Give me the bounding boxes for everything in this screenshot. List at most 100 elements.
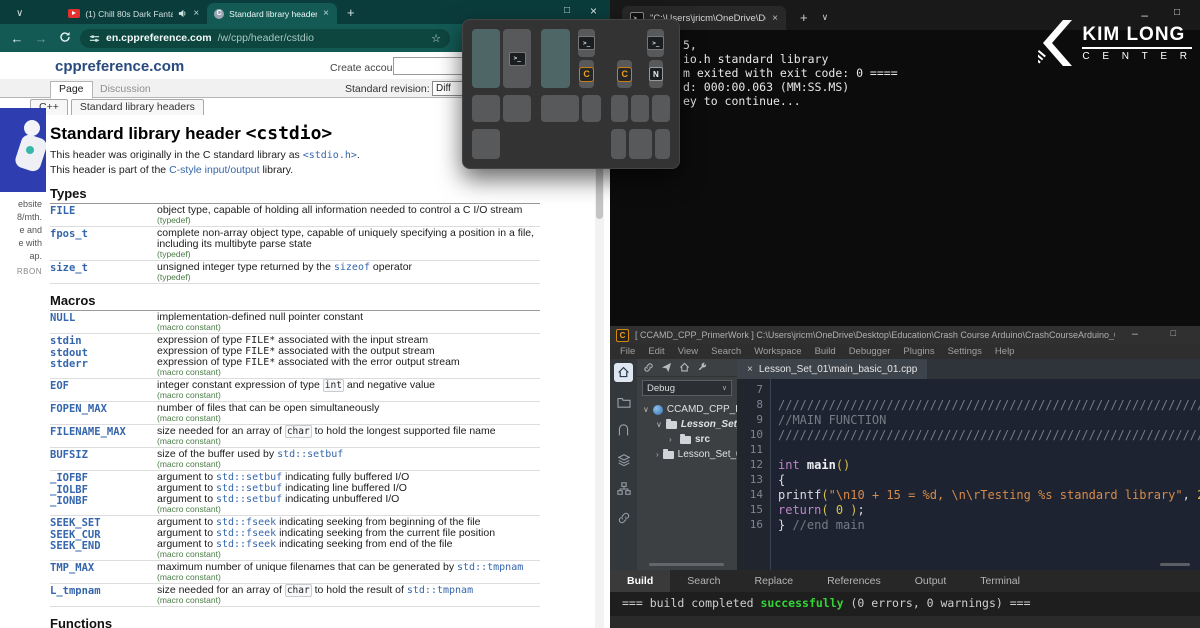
snap-zone[interactable] — [631, 95, 649, 122]
menu-plugins[interactable]: Plugins — [903, 346, 934, 357]
panel-tab-build[interactable]: Build — [610, 570, 670, 592]
menu-help[interactable]: Help — [995, 346, 1015, 357]
panel-tab-search[interactable]: Search — [670, 570, 737, 592]
menu-view[interactable]: View — [678, 346, 698, 357]
close-tab-button[interactable]: × — [322, 8, 330, 19]
snap-zone[interactable]: >_ C — [573, 29, 601, 88]
terminal-tab-dropdown[interactable]: ∨ — [822, 12, 829, 23]
new-tab-button[interactable]: + — [347, 5, 355, 20]
snap-zone[interactable]: >_ — [578, 29, 595, 57]
breadcrumb-headers[interactable]: Standard library headers — [71, 99, 204, 115]
terminal-maximize-button[interactable]: □ — [1174, 7, 1180, 18]
snap-zone[interactable] — [652, 95, 670, 122]
tree-item-src[interactable]: ›src — [637, 432, 737, 447]
tree-item-ccamd_cpp_prin[interactable]: ∨CCAMD_CPP_Prin — [637, 402, 737, 417]
ide-maximize-button[interactable]: □ — [1171, 328, 1176, 338]
create-account-link[interactable]: Create account — [330, 62, 401, 74]
tab-page[interactable]: Page — [50, 81, 93, 99]
snap-zone[interactable] — [629, 129, 652, 159]
snap-zone[interactable] — [541, 95, 579, 122]
back-button[interactable]: ← — [8, 31, 26, 46]
symbol-link[interactable]: FILENAME_MAX — [50, 425, 157, 447]
snap-zone[interactable]: C — [611, 29, 639, 88]
menu-edit[interactable]: Edit — [648, 346, 664, 357]
layers-view-icon[interactable] — [614, 450, 633, 469]
snap-zone[interactable]: N — [649, 60, 663, 88]
snap-zone[interactable] — [655, 129, 670, 159]
link-view-icon[interactable] — [614, 508, 633, 527]
close-tab-button[interactable]: × — [192, 8, 200, 19]
folder-view-icon[interactable] — [614, 392, 633, 411]
tree-item-lesson_set_01[interactable]: ∨Lesson_Set_01 — [637, 417, 737, 432]
forward-button[interactable]: → — [32, 31, 50, 46]
sidebar-ad[interactable]: ebsite 8/mth. e and e with ap. RBON — [0, 108, 46, 276]
menu-build[interactable]: Build — [815, 346, 836, 357]
tree-item-lesson_set_02[interactable]: ›Lesson_Set_02 — [637, 447, 737, 462]
address-bar[interactable]: en.cppreference.com /w/cpp/header/cstdio… — [80, 29, 450, 48]
bookmark-star-icon[interactable]: ☆ — [431, 32, 441, 45]
code-area[interactable]: 78//////////////////////////////////////… — [737, 379, 1200, 533]
symbol-link[interactable]: BUFSIZ — [50, 448, 157, 470]
menu-debugger[interactable]: Debugger — [849, 346, 891, 357]
new-terminal-tab-button[interactable]: + — [800, 10, 808, 25]
home-view-icon[interactable] — [614, 363, 633, 382]
symbol-link[interactable]: TMP_MAX — [50, 561, 157, 583]
snap-layout-option[interactable] — [611, 129, 670, 159]
build-config-select[interactable]: Debug ∨ — [642, 380, 732, 396]
browser-tab-cppreference[interactable]: C Standard library header <cstdio × — [207, 3, 337, 24]
snap-layout-option[interactable]: C >_ N — [611, 29, 670, 88]
panel-tab-output[interactable]: Output — [898, 570, 964, 592]
link-editor-icon[interactable] — [643, 362, 654, 373]
symbol-link[interactable]: L_tmpnam — [50, 584, 157, 606]
panel-tab-references[interactable]: References — [810, 570, 898, 592]
menu-settings[interactable]: Settings — [948, 346, 982, 357]
browser-close-button[interactable]: × — [590, 4, 597, 18]
snap-zone[interactable]: >_ — [647, 29, 664, 57]
editor-hscrollbar[interactable] — [1160, 563, 1190, 566]
reload-button[interactable] — [56, 31, 74, 46]
snap-layout-option[interactable]: >_ — [472, 29, 531, 88]
editor-tab[interactable]: × Lesson_Set_01\main_basic_01.cpp — [737, 359, 927, 379]
tab-search-button[interactable]: ∨ — [16, 8, 23, 19]
columns-view-icon[interactable] — [614, 421, 633, 440]
symbol-link[interactable]: size_t — [50, 261, 157, 283]
snap-layout-option[interactable] — [472, 129, 531, 159]
snap-zone[interactable]: >_ — [503, 29, 531, 88]
symbol-link[interactable]: EOF — [50, 379, 157, 401]
tree-chevron-icon[interactable]: ∨ — [656, 420, 662, 429]
snap-zone[interactable] — [573, 129, 601, 159]
menu-file[interactable]: File — [620, 346, 635, 357]
snap-zone[interactable] — [582, 95, 601, 122]
menu-workspace[interactable]: Workspace — [754, 346, 801, 357]
snap-zone[interactable]: C — [579, 60, 594, 88]
audio-playing-icon[interactable] — [178, 9, 187, 18]
panel-tab-terminal[interactable]: Terminal — [963, 570, 1037, 592]
snap-layout-option[interactable] — [611, 95, 670, 122]
close-tab-button[interactable]: × — [772, 13, 778, 24]
menu-search[interactable]: Search — [711, 346, 741, 357]
symbol-link[interactable]: FILE — [50, 204, 157, 226]
panel-tab-replace[interactable]: Replace — [738, 570, 811, 592]
snap-zone[interactable] — [472, 129, 500, 159]
tab-discussion[interactable]: Discussion — [100, 83, 151, 95]
snap-zone[interactable] — [541, 29, 569, 88]
snap-zone[interactable] — [472, 29, 500, 88]
tree-chevron-icon[interactable]: › — [656, 450, 659, 459]
browser-tab-youtube[interactable]: (1) Chill 80s Dark Fanta × — [61, 3, 207, 24]
symbol-link[interactable]: NULL — [50, 311, 157, 333]
snap-zone[interactable] — [611, 129, 626, 159]
symbol-link[interactable]: _IOFBF _IOLBF _IONBF — [50, 471, 157, 515]
snap-zone[interactable]: >_ N — [642, 29, 670, 88]
ide-minimize-button[interactable]: – — [1132, 328, 1138, 340]
symbol-link[interactable]: fpos_t — [50, 227, 157, 260]
tree-chevron-icon[interactable]: › — [669, 435, 676, 444]
tree-chevron-icon[interactable]: ∨ — [643, 405, 649, 414]
hierarchy-view-icon[interactable] — [614, 479, 633, 498]
snap-zone[interactable] — [472, 95, 500, 122]
symbol-link[interactable]: SEEK_SET SEEK_CUR SEEK_END — [50, 516, 157, 560]
home-icon[interactable] — [679, 362, 690, 373]
close-icon[interactable]: × — [747, 364, 753, 375]
snap-layout-option[interactable] — [472, 95, 531, 122]
snap-layout-option[interactable] — [541, 129, 600, 159]
browser-maximize-button[interactable]: □ — [564, 5, 570, 16]
